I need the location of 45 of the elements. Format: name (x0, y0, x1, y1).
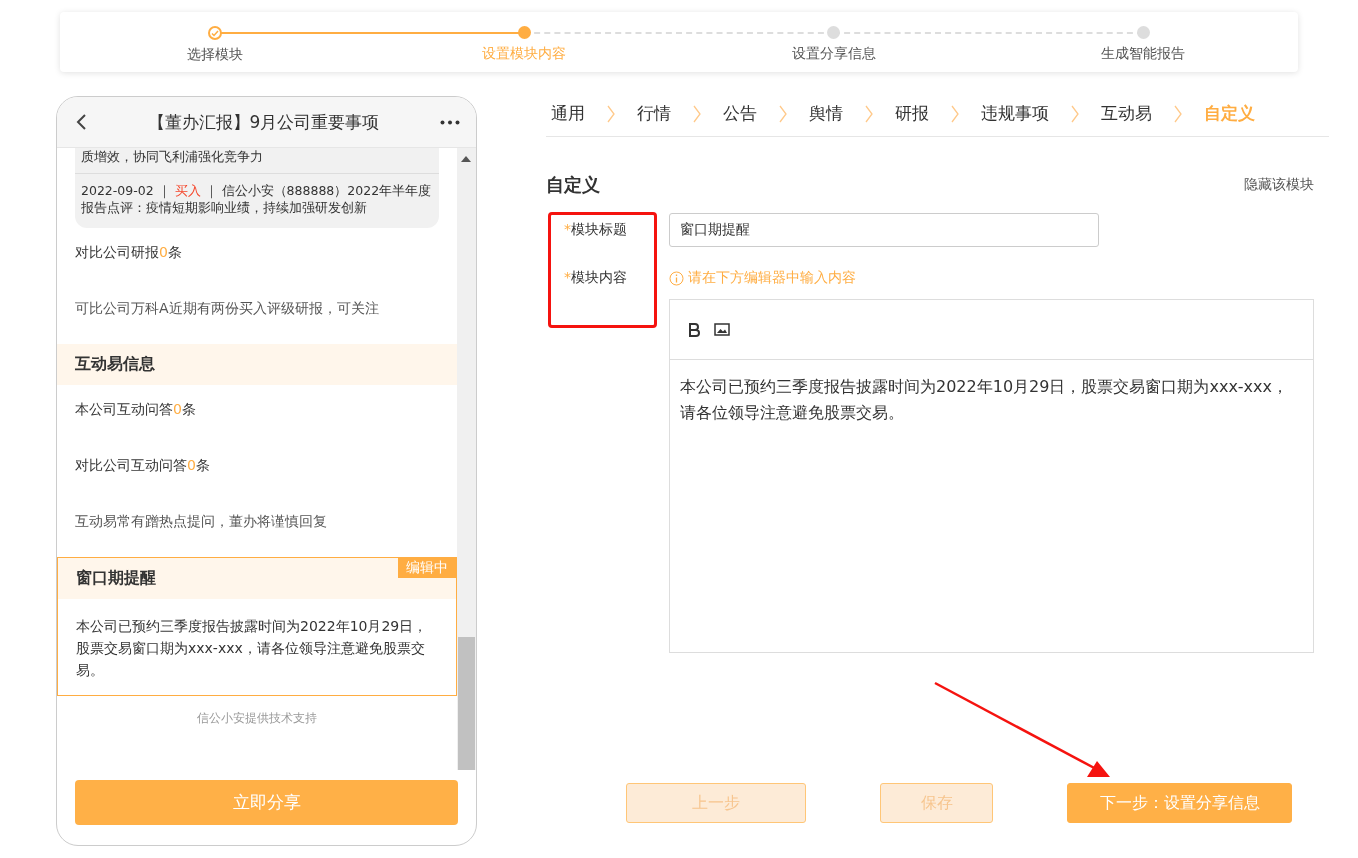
tab[interactable]: 行情 (637, 102, 671, 125)
module-text: 本公司已预约三季度报告披露时间为2022年10月29日，股票交易窗口期为xxx-xxx，请各位领导注意避免股票交易。 (75, 617, 429, 680)
title-input[interactable]: 窗口期提醒 (669, 213, 1099, 247)
bold-icon[interactable] (688, 322, 700, 337)
chevron-icon (1174, 104, 1182, 123)
scrollbar-thumb[interactable] (458, 637, 475, 770)
count-text: 对比公司研报0条 (74, 243, 183, 262)
tab[interactable]: 违规事项 (981, 102, 1049, 125)
tab[interactable]: 舆情 (809, 102, 843, 125)
editing-badge: 编辑中 (398, 558, 456, 578)
rich-text-editor[interactable]: 本公司已预约三季度报告披露时间为2022年10月29日，股票交易窗口期为xxx-xxx，请各位领导注意避免股票交易。 (669, 299, 1314, 653)
count-text: 本公司互动问答0条 (74, 400, 197, 419)
field-label: *模块内容 (563, 269, 628, 287)
chevron-icon (1071, 104, 1079, 123)
tab[interactable]: 公告 (723, 102, 757, 125)
tab[interactable]: 互动易 (1101, 102, 1152, 125)
hide-module-link[interactable]: 隐藏该模块 (1244, 176, 1314, 194)
section-heading: 互动易信息 (57, 344, 457, 385)
editor-text: 本公司已预约三季度报告披露时间为2022年10月29日，股票交易窗口期为xxx-xxx，请各位领导注意避免股票交易。 (679, 376, 1290, 424)
step-label[interactable]: 生成智能报告 (1101, 45, 1186, 63)
section-title: 自定义 (546, 173, 600, 197)
step-label[interactable]: 选择模块 (186, 46, 243, 64)
chevron-icon (865, 104, 873, 123)
tab[interactable]: 研报 (895, 102, 929, 125)
more-icon[interactable] (440, 119, 460, 125)
back-icon[interactable] (75, 113, 87, 131)
powered-by-text: 信公小安提供技术支持 (196, 710, 318, 727)
report-item[interactable]: 质增效，协同飞利浦强化竞争力 (75, 148, 439, 174)
chevron-icon (951, 104, 959, 123)
tab[interactable]: 通用 (551, 102, 585, 125)
module-card[interactable]: 窗口期提醒 编辑中 本公司已预约三季度报告披露时间为2022年10月29日，股票交易窗口期为xxx-xxx，请各位领导注意避免股票交易。 (57, 557, 457, 696)
scroll-up-icon[interactable] (461, 156, 471, 162)
chevron-icon (607, 104, 615, 123)
chevron-icon (693, 104, 701, 123)
field-label: *模块标题 (563, 221, 628, 239)
chevron-icon (779, 104, 787, 123)
image-icon[interactable] (714, 323, 730, 336)
report-item[interactable]: 2022-09-02 ｜ 买入 ｜ 信公小安（888888）2022年半年度报告点评：疫情短期影响业绩，持续加强研发创新 (75, 174, 439, 228)
note-text: 互动易常有蹭热点提问，董办将谨慎回复 (74, 512, 328, 531)
info-icon (669, 270, 684, 286)
phone-title: 【董办汇报】9月公司重要事项 (146, 110, 381, 134)
note-text: 可比公司万科A近期有两份买入评级研报，可关注 (74, 299, 380, 318)
hint-text: 请在下方编辑器中输入内容 (669, 269, 856, 287)
step-label[interactable]: 设置分享信息 (791, 45, 876, 63)
count-text: 对比公司互动问答0条 (74, 456, 211, 475)
